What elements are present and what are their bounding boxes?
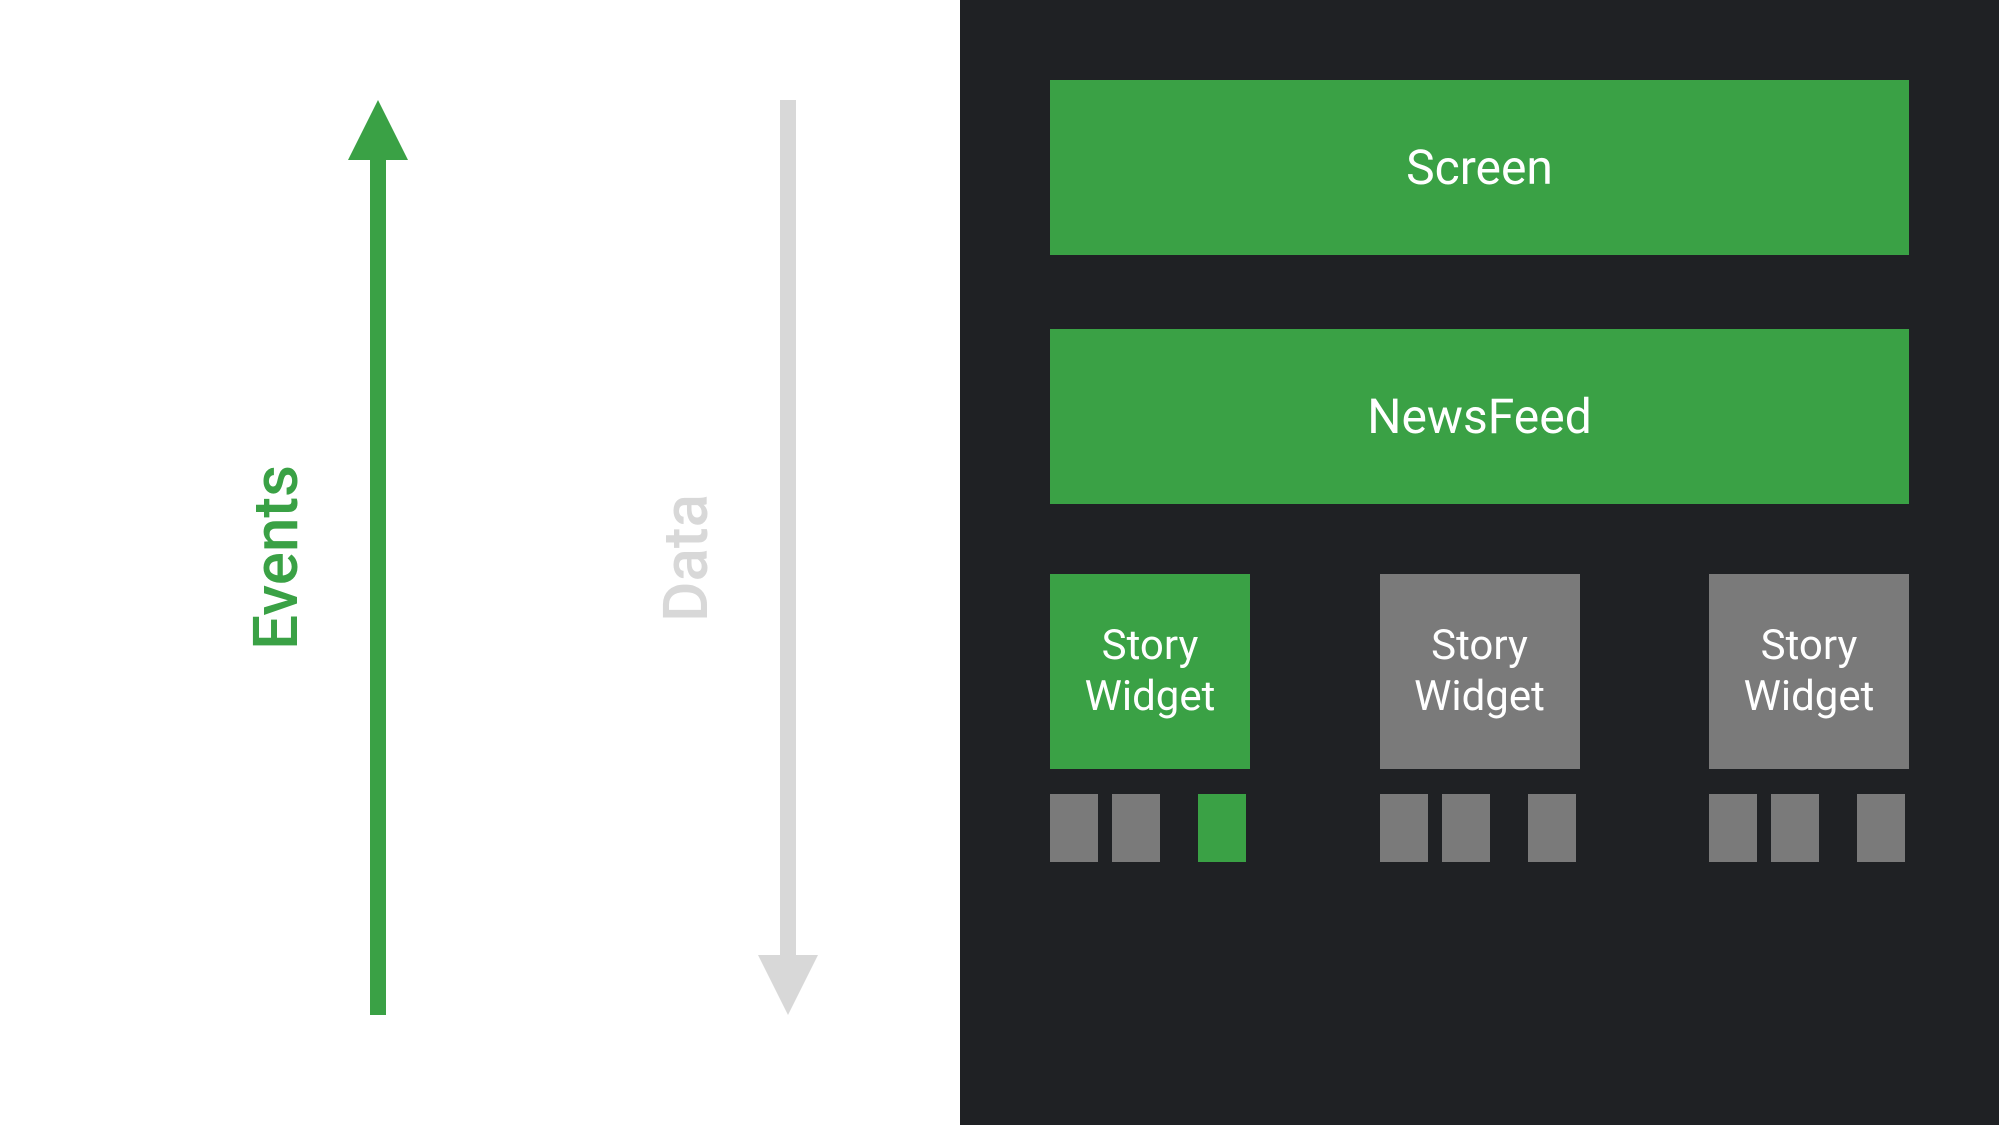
- arrow-down-icon: [758, 100, 818, 1015]
- tick-group: [1050, 794, 1250, 862]
- arrow-up-icon: [348, 100, 408, 1015]
- widgets-row: Story Widget Story Widget Story Widget: [1050, 574, 1909, 769]
- spacer: [1050, 255, 1909, 329]
- widget-label-line1: Story: [1761, 621, 1858, 671]
- spacer: [1174, 794, 1184, 862]
- widget-label-line2: Widget: [1085, 672, 1216, 722]
- tick-box: [1857, 794, 1905, 862]
- story-widget-box: Story Widget: [1709, 574, 1909, 769]
- right-panel: Screen NewsFeed Story Widget Story Widge…: [960, 0, 1999, 1125]
- screen-box: Screen: [1050, 80, 1909, 255]
- tick-box: [1528, 794, 1576, 862]
- spacer: [1050, 504, 1909, 574]
- tick-box: [1442, 794, 1490, 862]
- story-widget-box: Story Widget: [1380, 574, 1580, 769]
- left-panel: Events Data: [0, 0, 960, 1125]
- tick-box: [1198, 794, 1246, 862]
- events-arrow-container: Events: [240, 100, 408, 1015]
- tick-box: [1112, 794, 1160, 862]
- newsfeed-label: NewsFeed: [1367, 388, 1592, 445]
- spacer: [1833, 794, 1843, 862]
- ticks-row: [1050, 794, 1909, 862]
- data-arrow-container: Data: [650, 100, 818, 1015]
- screen-label: Screen: [1406, 139, 1553, 196]
- story-widget-box: Story Widget: [1050, 574, 1250, 769]
- tick-box: [1771, 794, 1819, 862]
- data-label: Data: [650, 494, 723, 622]
- spacer: [1050, 769, 1909, 794]
- tick-box: [1709, 794, 1757, 862]
- widget-label-line2: Widget: [1414, 672, 1545, 722]
- tick-box: [1050, 794, 1098, 862]
- events-label: Events: [240, 465, 313, 650]
- widget-label-line2: Widget: [1744, 672, 1875, 722]
- spacer: [1504, 794, 1514, 862]
- tick-group: [1380, 794, 1580, 862]
- newsfeed-box: NewsFeed: [1050, 329, 1909, 504]
- tick-group: [1709, 794, 1909, 862]
- widget-label-line1: Story: [1102, 621, 1199, 671]
- widget-label-line1: Story: [1431, 621, 1528, 671]
- tick-box: [1380, 794, 1428, 862]
